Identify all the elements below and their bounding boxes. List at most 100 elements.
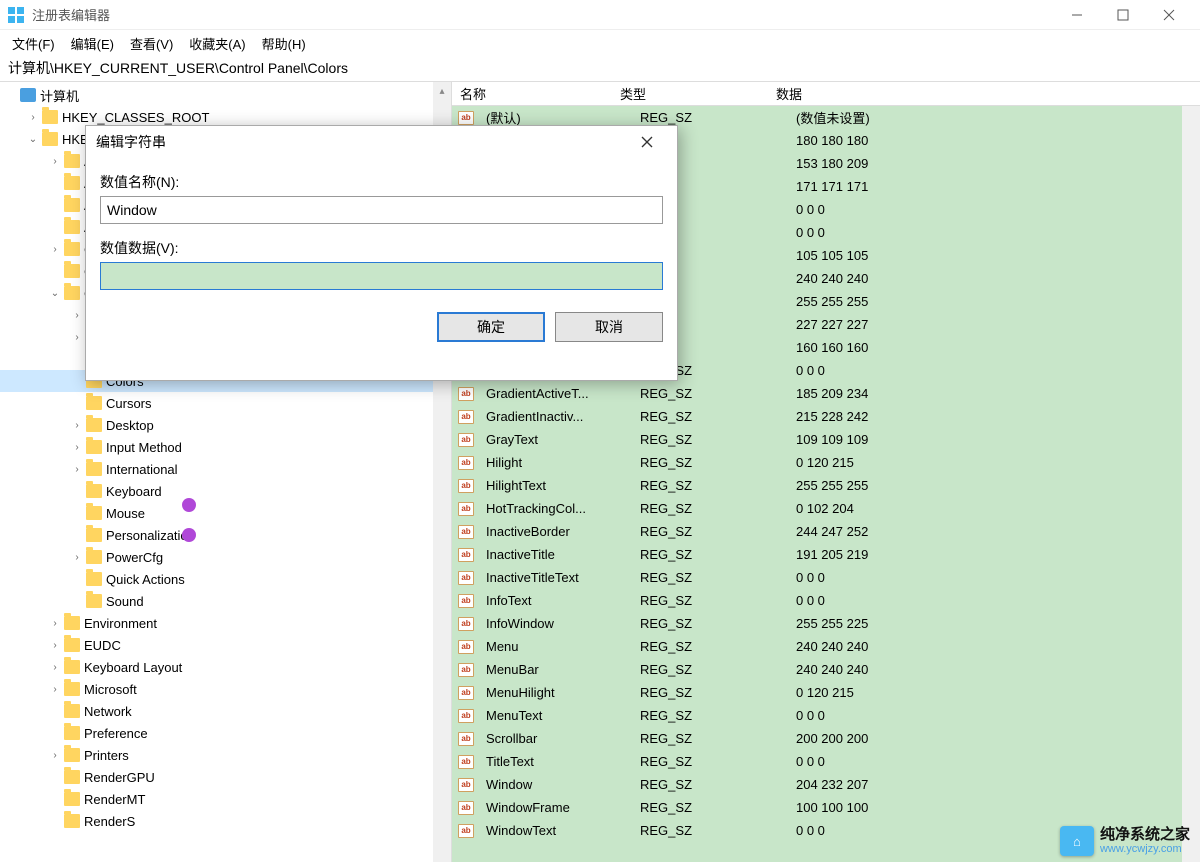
chevron-down-icon[interactable]: ⌄ (26, 132, 40, 146)
tree-item[interactable]: ›Desktop (0, 414, 451, 436)
expand-placeholder (70, 594, 84, 608)
list-row[interactable]: abInactiveTitleTextREG_SZ0 0 0 (452, 566, 1200, 589)
chevron-right-icon[interactable]: › (48, 660, 62, 674)
tree-item[interactable]: Keyboard (0, 480, 451, 502)
menu-item[interactable]: 收藏夹(A) (183, 32, 251, 55)
chevron-right-icon[interactable]: › (48, 682, 62, 696)
list-row[interactable]: abGradientActiveT...REG_SZ185 209 234 (452, 382, 1200, 405)
chevron-right-icon[interactable]: › (70, 308, 84, 322)
cell-data: 180 180 180 (788, 133, 1200, 148)
tree-item[interactable]: ›Input Method (0, 436, 451, 458)
cell-type: REG_SZ (632, 547, 788, 562)
list-row[interactable]: abTitleTextREG_SZ0 0 0 (452, 750, 1200, 773)
expand-placeholder (48, 770, 62, 784)
list-row[interactable]: abMenuTextREG_SZ0 0 0 (452, 704, 1200, 727)
menu-item[interactable]: 帮助(H) (256, 32, 312, 55)
chevron-right-icon[interactable]: › (48, 638, 62, 652)
col-data[interactable]: 数据 (768, 82, 1200, 105)
value-data-input[interactable] (100, 262, 663, 290)
tree-item-label: Environment (84, 616, 157, 631)
list-row[interactable]: abInactiveBorderREG_SZ244 247 252 (452, 520, 1200, 543)
chevron-right-icon[interactable]: › (70, 330, 84, 344)
tree-item[interactable]: Preference (0, 722, 451, 744)
menu-item[interactable]: 文件(F) (6, 32, 61, 55)
cell-type: REG_SZ (632, 455, 788, 470)
cell-type: REG_SZ (632, 616, 788, 631)
chevron-down-icon[interactable]: ⌄ (48, 286, 62, 300)
folder-icon (64, 616, 80, 630)
tree-item[interactable]: Mouse (0, 502, 451, 524)
chevron-right-icon[interactable]: › (70, 462, 84, 476)
tree-item[interactable]: Personalization (0, 524, 451, 546)
list-row[interactable]: abWindowFrameREG_SZ100 100 100 (452, 796, 1200, 819)
list-row[interactable]: abGrayTextREG_SZ109 109 109 (452, 428, 1200, 451)
chevron-right-icon[interactable]: › (70, 550, 84, 564)
menu-item[interactable]: 查看(V) (124, 32, 179, 55)
cell-data: 0 0 0 (788, 754, 1200, 769)
col-type[interactable]: 类型 (612, 82, 768, 105)
tree-item-label: Quick Actions (106, 572, 185, 587)
folder-icon (64, 682, 80, 696)
cell-type: REG_SZ (632, 800, 788, 815)
list-row[interactable]: abGradientInactiv...REG_SZ215 228 242 (452, 405, 1200, 428)
ok-button[interactable]: 确定 (437, 312, 545, 342)
value-name-input[interactable] (100, 196, 663, 224)
chevron-right-icon[interactable]: › (70, 440, 84, 454)
cell-type: REG_SZ (632, 409, 788, 424)
expand-placeholder (48, 220, 62, 234)
chevron-right-icon[interactable]: › (70, 418, 84, 432)
cell-data: 215 228 242 (788, 409, 1200, 424)
cell-type: REG_SZ (632, 478, 788, 493)
tree-item[interactable]: › Environment (0, 612, 451, 634)
chevron-right-icon[interactable]: › (48, 616, 62, 630)
string-value-icon: ab (458, 502, 474, 516)
list-row[interactable]: abInfoTextREG_SZ0 0 0 (452, 589, 1200, 612)
tree-item[interactable]: ›Printers (0, 744, 451, 766)
list-row[interactable]: abInactiveTitleREG_SZ191 205 219 (452, 543, 1200, 566)
tree-item[interactable]: ›PowerCfg (0, 546, 451, 568)
tree-item[interactable]: Network (0, 700, 451, 722)
address-bar[interactable]: 计算机\HKEY_CURRENT_USER\Control Panel\Colo… (0, 56, 1200, 82)
list-row[interactable]: abScrollbarREG_SZ200 200 200 (452, 727, 1200, 750)
tree-item[interactable]: RenderGPU (0, 766, 451, 788)
scroll-up-icon[interactable]: ▴ (433, 82, 451, 100)
string-value-icon: ab (458, 387, 474, 401)
tree-item[interactable]: Quick Actions (0, 568, 451, 590)
maximize-button[interactable] (1100, 0, 1146, 30)
list-row[interactable]: abHilightREG_SZ0 120 215 (452, 451, 1200, 474)
close-button[interactable] (1146, 0, 1192, 30)
tree-item[interactable]: Cursors (0, 392, 451, 414)
expand-placeholder (48, 264, 62, 278)
tree-item[interactable]: ›EUDC (0, 634, 451, 656)
tree-item[interactable]: ›International (0, 458, 451, 480)
tree-item[interactable]: ›Keyboard Layout (0, 656, 451, 678)
tree-item[interactable]: RenderS (0, 810, 451, 832)
list-row[interactable]: abWindowREG_SZ204 232 207 (452, 773, 1200, 796)
list-row[interactable]: abHilightTextREG_SZ255 255 255 (452, 474, 1200, 497)
dialog-close-button[interactable] (627, 128, 667, 156)
list-row[interactable]: abMenuHilightREG_SZ0 120 215 (452, 681, 1200, 704)
list-row[interactable]: abHotTrackingCol...REG_SZ0 102 204 (452, 497, 1200, 520)
chevron-right-icon[interactable]: › (26, 110, 40, 124)
minimize-button[interactable] (1054, 0, 1100, 30)
watermark: ⌂ 纯净系统之家 www.ycwjzy.com (1060, 826, 1190, 856)
folder-icon (64, 814, 80, 828)
col-name[interactable]: 名称 (452, 82, 612, 105)
tree-item[interactable]: 计算机 (0, 84, 451, 106)
chevron-right-icon[interactable]: › (48, 242, 62, 256)
list-row[interactable]: abInfoWindowREG_SZ255 255 225 (452, 612, 1200, 635)
chevron-right-icon[interactable]: › (48, 748, 62, 762)
list-row[interactable]: abMenuBarREG_SZ240 240 240 (452, 658, 1200, 681)
tree-item[interactable]: ›Microsoft (0, 678, 451, 700)
chevron-right-icon[interactable]: › (48, 154, 62, 168)
tree-item[interactable]: Sound (0, 590, 451, 612)
cell-data: 185 209 234 (788, 386, 1200, 401)
menu-item[interactable]: 编辑(E) (65, 32, 120, 55)
list-row[interactable]: abMenuREG_SZ240 240 240 (452, 635, 1200, 658)
cell-data: 0 0 0 (788, 363, 1200, 378)
list-scrollbar[interactable] (1182, 106, 1200, 862)
expand-placeholder (48, 704, 62, 718)
tree-item[interactable]: RenderMT (0, 788, 451, 810)
cancel-button[interactable]: 取消 (555, 312, 663, 342)
expand-placeholder (48, 198, 62, 212)
